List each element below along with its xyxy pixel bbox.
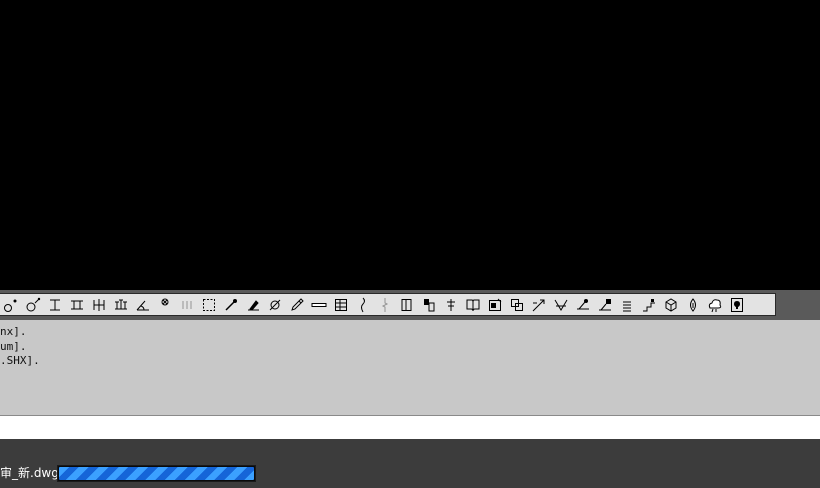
break-line-icon: [377, 297, 393, 313]
table-icon: [333, 297, 349, 313]
toolbar-button[interactable]: [308, 294, 330, 315]
toolbar-button[interactable]: [660, 294, 682, 315]
toolbar-button[interactable]: [704, 294, 726, 315]
toolbar-button[interactable]: [286, 294, 308, 315]
text-icon: [443, 297, 459, 313]
wave-line-icon: [355, 297, 371, 313]
toolbar-button[interactable]: [154, 294, 176, 315]
toolbar-button[interactable]: [440, 294, 462, 315]
progress-fill: [59, 467, 254, 480]
dim-continue-icon: [69, 297, 85, 313]
toolbar-button[interactable]: [616, 294, 638, 315]
toolbar-button[interactable]: [110, 294, 132, 315]
toolbar-button[interactable]: [506, 294, 528, 315]
book-icon: [465, 297, 481, 313]
toolbar-button[interactable]: [352, 294, 374, 315]
dimension-toolbar: [0, 293, 776, 316]
toolbar-button[interactable]: [44, 294, 66, 315]
toolbar-button[interactable]: [528, 294, 550, 315]
pick-point-icon: [223, 297, 239, 313]
stairs-icon: [641, 297, 657, 313]
toolbar-button[interactable]: [0, 294, 22, 315]
door-icon: [399, 297, 415, 313]
cloud-icon: [707, 297, 723, 313]
drawing-canvas[interactable]: [0, 0, 820, 290]
toolbar-button[interactable]: [638, 294, 660, 315]
toolbar-button[interactable]: [572, 294, 594, 315]
toolbar-button[interactable]: [22, 294, 44, 315]
command-history-line: .SHX].: [0, 354, 40, 367]
toolbar-button[interactable]: [594, 294, 616, 315]
toolbar-button[interactable]: [726, 294, 748, 315]
toolbar-button[interactable]: [462, 294, 484, 315]
toolbar-button[interactable]: [682, 294, 704, 315]
separator-icon: [179, 297, 195, 313]
loading-progress-bar: [57, 465, 256, 482]
toolbar-button[interactable]: [220, 294, 242, 315]
command-history: nx]. um]. .SHX].: [0, 320, 820, 416]
dim-ordinate-icon: [113, 297, 129, 313]
toolbar-button[interactable]: [132, 294, 154, 315]
toolbar-button[interactable]: [418, 294, 440, 315]
cube-icon: [663, 297, 679, 313]
command-input[interactable]: [0, 416, 820, 439]
leader-note-icon: [597, 297, 613, 313]
dim-angle-icon: [135, 297, 151, 313]
break-point-icon: [157, 297, 173, 313]
arrow-leader-icon: [531, 297, 547, 313]
mark-check-icon: [553, 297, 569, 313]
toolbar-button[interactable]: [88, 294, 110, 315]
bulb-icon: [729, 297, 745, 313]
pencil-edit-icon: [289, 297, 305, 313]
loading-file-name: 审_新.dwg: [0, 466, 59, 480]
stack-icon: [619, 297, 635, 313]
leader-icon: [575, 297, 591, 313]
command-history-line: um].: [0, 339, 27, 353]
dim-diameter-icon: [25, 297, 41, 313]
toolbar-button[interactable]: [484, 294, 506, 315]
toolbar-button[interactable]: [242, 294, 264, 315]
image-edit-icon: [487, 297, 503, 313]
dim-radius-icon: [3, 297, 19, 313]
line-bar-icon: [311, 297, 327, 313]
toolbar-button[interactable]: [374, 294, 396, 315]
window-icon: [421, 297, 437, 313]
toolbar-button[interactable]: [176, 294, 198, 315]
select-window-icon: [201, 297, 217, 313]
command-history-line: nx].: [0, 325, 27, 338]
drop-icon: [685, 297, 701, 313]
toolbar-button[interactable]: [198, 294, 220, 315]
copy-block-icon: [509, 297, 525, 313]
toolbar-button[interactable]: [330, 294, 352, 315]
toolbar-button[interactable]: [550, 294, 572, 315]
circle-slash-icon: [267, 297, 283, 313]
dim-symmetric-icon: [91, 297, 107, 313]
hatch-brush-icon: [245, 297, 261, 313]
toolbar-button[interactable]: [264, 294, 286, 315]
toolbar-button[interactable]: [66, 294, 88, 315]
toolbar-button[interactable]: [396, 294, 418, 315]
dim-baseline-icon: [47, 297, 63, 313]
